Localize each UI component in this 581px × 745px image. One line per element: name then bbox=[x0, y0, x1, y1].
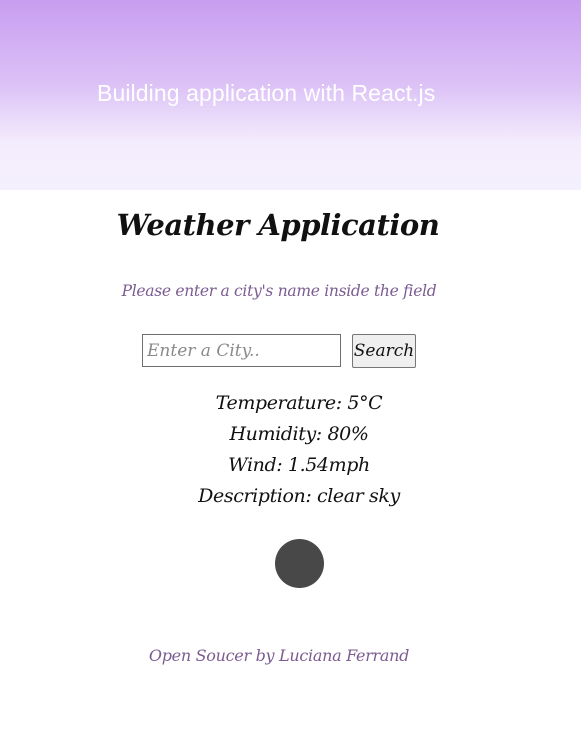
weather-info: Temperature: 5°C Humidity: 80% Wind: 1.5… bbox=[0, 388, 581, 512]
humidity-text: Humidity: 80% bbox=[229, 423, 369, 445]
weather-icon bbox=[275, 539, 324, 588]
temperature-text: Temperature: 5°C bbox=[215, 392, 383, 414]
city-search-input[interactable] bbox=[142, 334, 341, 367]
description-text: Description: clear sky bbox=[198, 485, 400, 507]
app-subtitle: Please enter a city's name inside the fi… bbox=[121, 282, 437, 300]
hero-banner: Building application with React.js bbox=[0, 0, 581, 190]
wind-text: Wind: 1.54mph bbox=[228, 454, 370, 476]
hero-title: Building application with React.js bbox=[97, 80, 436, 106]
footer-credit: Open Soucer by Luciana Ferrand bbox=[148, 646, 410, 665]
search-button[interactable]: Search bbox=[352, 334, 416, 368]
app-title: Weather Application bbox=[116, 208, 440, 242]
